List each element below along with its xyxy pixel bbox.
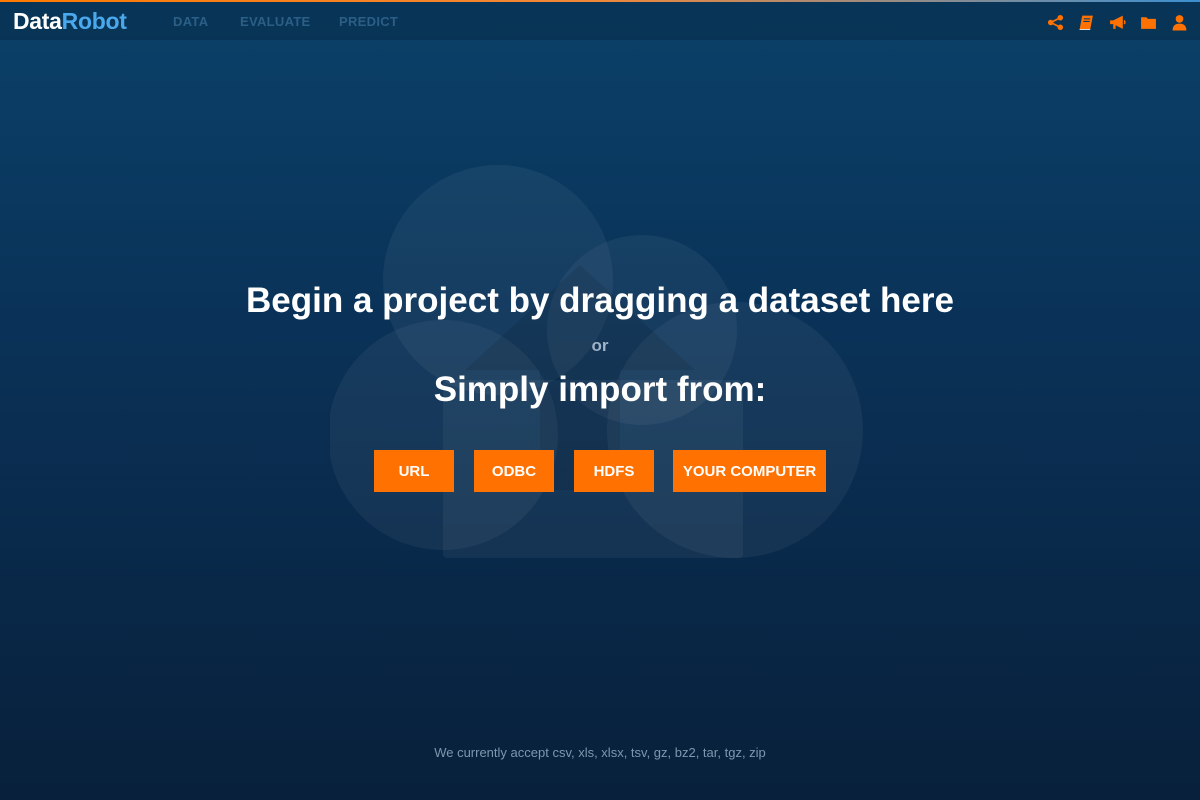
- tab-data[interactable]: DATA: [173, 15, 240, 29]
- nav-tabs: DATA EVALUATE PREDICT: [173, 15, 409, 29]
- or-separator: or: [591, 336, 609, 355]
- book-icon[interactable]: [1078, 14, 1095, 31]
- megaphone-icon[interactable]: [1109, 14, 1126, 31]
- import-hdfs-button[interactable]: HDFS: [574, 450, 654, 492]
- accepted-formats-note: We currently accept csv, xls, xlsx, tsv,…: [434, 745, 766, 760]
- datarobot-logo[interactable]: DataRobot: [13, 9, 127, 33]
- import-odbc-button[interactable]: ODBC: [474, 450, 554, 492]
- logo-text-data: Data: [13, 8, 62, 34]
- tab-evaluate[interactable]: EVALUATE: [240, 15, 339, 29]
- user-icon[interactable]: [1171, 14, 1188, 31]
- import-computer-button[interactable]: YOUR COMPUTER: [673, 450, 826, 492]
- nav-icon-group: [1047, 14, 1188, 31]
- share-icon[interactable]: [1047, 14, 1064, 31]
- import-url-button[interactable]: URL: [374, 450, 454, 492]
- tab-predict[interactable]: PREDICT: [339, 15, 409, 29]
- logo-text-robot: Robot: [61, 8, 127, 34]
- import-button-group: URL ODBC HDFS YOUR COMPUTER: [374, 450, 826, 492]
- folder-icon[interactable]: [1140, 14, 1157, 31]
- drag-drop-headline: Begin a project by dragging a dataset he…: [246, 281, 954, 320]
- cloud-upload-icon: [330, 160, 870, 560]
- top-navbar: DataRobot DATA EVALUATE PREDICT: [0, 2, 1200, 40]
- import-subheading: Simply import from:: [433, 370, 767, 409]
